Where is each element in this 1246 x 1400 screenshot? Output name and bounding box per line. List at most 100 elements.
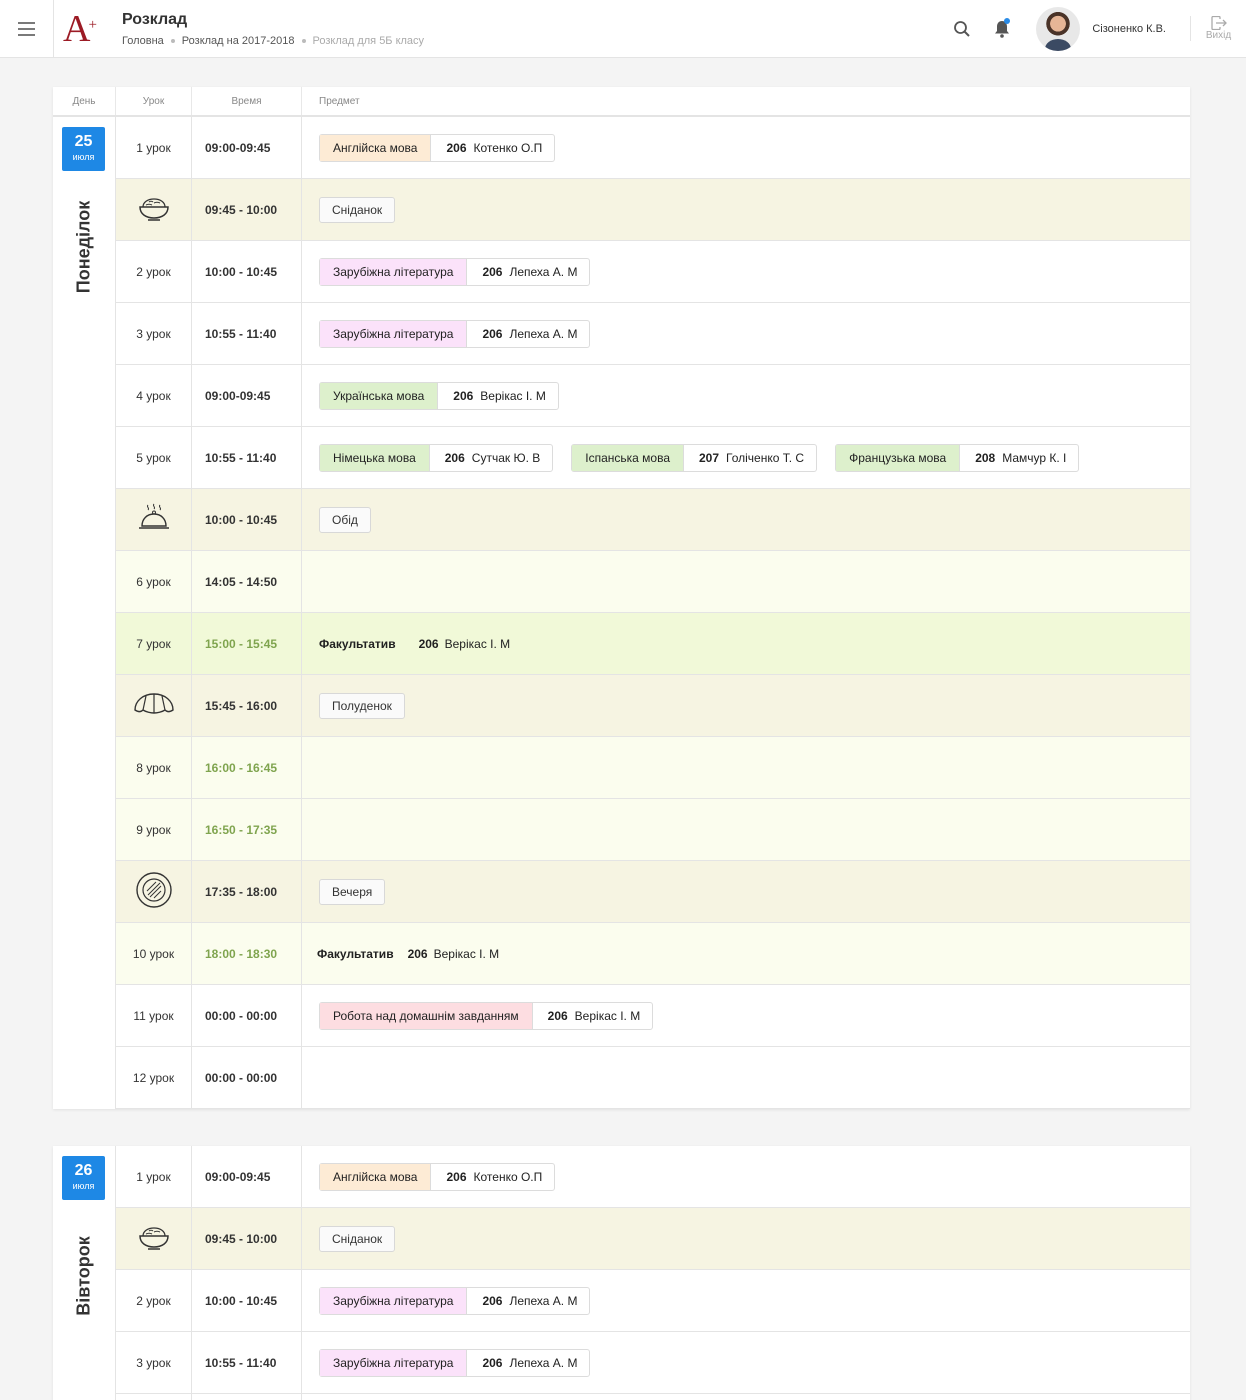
subject-chip[interactable]: Англійска мова 206 Котенко О.П	[319, 1162, 556, 1191]
top-header: A + Розклад Головна Розклад на 2017-2018 …	[0, 0, 1246, 58]
time-cell: 10:00 - 10:45	[191, 1270, 301, 1331]
lesson-time: 00:00 - 00:00	[205, 1008, 278, 1023]
room-number: 206	[547, 1008, 568, 1023]
subject-cell: Сніданок	[301, 179, 1190, 240]
subject-chip[interactable]: Зарубіжна література 206 Лепеха А. М	[319, 319, 591, 348]
logout-button[interactable]: Вихід	[1190, 16, 1246, 41]
lesson-cell: 11 урок	[115, 985, 191, 1046]
room-number: 206	[482, 264, 503, 279]
subject-chip[interactable]: Англійска мова 206 Котенко О.П	[319, 133, 556, 162]
breadcrumb-home[interactable]: Головна	[122, 35, 164, 47]
lesson-time: 10:55 - 11:40	[205, 1355, 277, 1370]
date-month: июля	[72, 1181, 95, 1191]
subject-chip[interactable]: Робота над домашнім завданням 206 Верікас …	[319, 1001, 654, 1030]
lesson-number: 8 урок	[136, 760, 171, 775]
subject-cell: Обід	[301, 489, 1190, 550]
subject-chip[interactable]: Німецька мова 206 Сутчак Ю. В	[319, 443, 554, 472]
meal-label[interactable]: Сніданок	[319, 196, 396, 223]
teacher-name: Голіченко Т. С	[726, 450, 805, 465]
bowl-icon	[137, 1222, 171, 1255]
subject-name: Зарубіжна література	[320, 1287, 468, 1314]
breadcrumb-current: Розклад для 5Б класу	[312, 35, 425, 47]
elective-info[interactable]: Факультатив 206 Верікас І. М	[319, 637, 510, 651]
schedule-day-card: 26 июля Вівторок 1 урок 09:00-09:45 Англійска…	[53, 1146, 1190, 1400]
subject-chip[interactable]: Зарубіжна література 206 Лепеха А. М	[319, 257, 591, 286]
app-logo[interactable]: A +	[54, 0, 106, 57]
table-row: 4 урок 09:00-09:45 Українська мова 206 Верік…	[115, 365, 1190, 427]
header-day: День	[72, 95, 96, 107]
time-cell: 14:05 - 14:50	[191, 551, 301, 612]
room-number: 206	[453, 388, 474, 403]
lesson-cell	[115, 1208, 191, 1269]
breadcrumb-year[interactable]: Розклад на 2017-2018	[182, 35, 295, 47]
lesson-time: 09:45 - 10:00	[205, 1231, 278, 1246]
meal-label[interactable]: Полуденок	[319, 692, 405, 719]
subject-cell: Англійска мова 206 Котенко О.П	[301, 1146, 1190, 1207]
croissant-icon	[132, 690, 176, 721]
lesson-cell: 12 урок	[115, 1047, 191, 1108]
subject-chip[interactable]: Іспанська мова 207 Голіченко Т. С	[571, 443, 818, 472]
time-cell: 10:55 - 11:40	[191, 303, 301, 364]
table-row: 3 урок 10:55 - 11:40 Зарубіжна література 2…	[115, 303, 1190, 365]
header-subject: Предмет	[301, 87, 1190, 115]
lesson-time: 15:45 - 16:00	[205, 698, 278, 713]
subject-name: Німецька мова	[320, 444, 430, 471]
subject-cell	[301, 551, 1190, 612]
lesson-number: 4 урок	[136, 388, 171, 403]
breadcrumb: Головна Розклад на 2017-2018 Розклад для…	[122, 35, 424, 47]
user-name[interactable]: Сізоненко К.В.	[1092, 23, 1166, 35]
subject-cell: Вечеря	[301, 861, 1190, 922]
room-number: 206	[444, 450, 465, 465]
room-number: 206	[482, 1293, 503, 1308]
teacher-name: Мамчур К. І	[1002, 450, 1067, 465]
subject-chip[interactable]: Французька мова 208 Мамчур К. І	[835, 443, 1080, 472]
lesson-number: 10 урок	[132, 946, 175, 961]
room-teacher: 206 Котенко О.П	[431, 1164, 554, 1190]
table-row: 5 урок 10:55 - 11:40 Німецька мова 206 Сутча…	[115, 427, 1190, 489]
room-number: 208	[975, 450, 996, 465]
date-number: 26	[74, 1162, 93, 1179]
elective-label: Факультатив	[319, 636, 396, 651]
avatar[interactable]	[1036, 6, 1081, 51]
time-cell: 10:55 - 11:40	[191, 427, 301, 488]
search-icon[interactable]	[942, 20, 982, 38]
menu-icon[interactable]	[0, 0, 54, 57]
room-teacher: 206 Лепеха А. М	[467, 259, 589, 285]
time-cell: 10:00 - 10:45	[191, 489, 301, 550]
teacher-name: Котенко О.П	[473, 1169, 543, 1184]
subject-name: Зарубіжна література	[320, 258, 468, 285]
room-teacher: 206 Лепеха А. М	[467, 1350, 589, 1376]
subject-chip[interactable]: Зарубіжна література 206 Лепеха А. М	[319, 1348, 591, 1377]
meal-label[interactable]: Сніданок	[319, 1225, 396, 1252]
subject-chip[interactable]: Зарубіжна література 206 Лепеха А. М	[319, 1286, 591, 1315]
table-row: 3 урок 10:55 - 11:40 Зарубіжна література 2…	[115, 1332, 1190, 1394]
lesson-number: 1 урок	[136, 140, 171, 155]
table-row: 7 урок 15:00 - 15:45 Факультатив 206 Верікас…	[115, 613, 1190, 675]
room-number: 206	[482, 326, 503, 341]
elective-info[interactable]: Факультатив 206 Верікас І. М	[317, 947, 499, 961]
lesson-number: 6 урок	[136, 574, 171, 589]
subject-chip[interactable]: Українська мова 206 Верікас І. М	[319, 381, 559, 410]
bell-icon[interactable]	[982, 17, 1022, 38]
time-cell: 15:00 - 15:45	[191, 613, 301, 674]
date-badge: 25 июля	[62, 127, 105, 171]
time-cell: 09:45 - 10:00	[191, 179, 301, 240]
subject-cell: Факультатив 206 Верікас І. М	[301, 613, 1190, 674]
elective-label: Факультатив	[317, 946, 394, 961]
lesson-number: 3 урок	[136, 1355, 171, 1370]
time-cell: 10:00 - 10:45	[191, 241, 301, 302]
meal-label[interactable]: Обід	[319, 506, 371, 533]
lesson-cell: 2 урок	[115, 241, 191, 302]
lesson-time: 09:00-09:45	[205, 388, 271, 403]
teacher-name: Сутчак Ю. В	[471, 450, 541, 465]
lesson-cell: 7 урок	[115, 613, 191, 674]
time-cell: 17:35 - 18:00	[191, 861, 301, 922]
room-number: 206	[482, 1355, 503, 1370]
lesson-cell	[115, 489, 191, 550]
subject-cell: Зарубіжна література 206 Лепеха А. М	[301, 1332, 1190, 1393]
table-row: 1 урок 09:00-09:45 Англійска мова 206 Котенк…	[115, 117, 1190, 179]
teacher-name: Лепеха А. М	[509, 264, 578, 279]
room-number: 206	[407, 946, 428, 961]
lesson-cell	[115, 675, 191, 736]
meal-label[interactable]: Вечеря	[319, 878, 386, 905]
